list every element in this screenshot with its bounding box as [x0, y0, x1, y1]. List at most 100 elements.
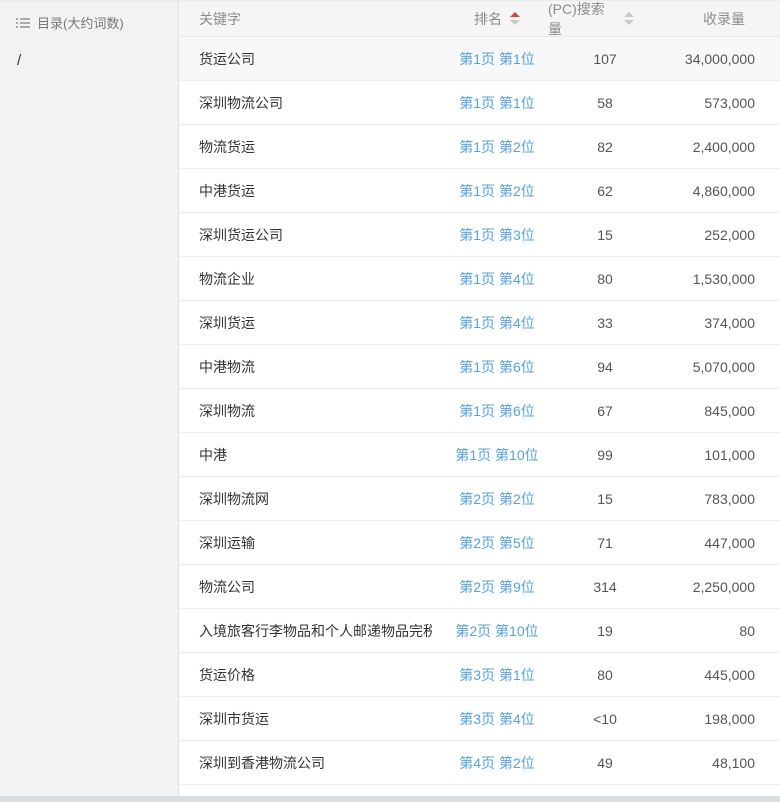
table-row: 深圳物流公司 第1页 第1位 58 573,000 — [179, 81, 780, 125]
rank-link[interactable]: 第1页 第4位 — [459, 315, 534, 331]
keyword-cell: 入境旅客行李物品和个人邮递物品完税价格表 — [179, 621, 432, 641]
table-row: 深圳货运公司 第1页 第3位 15 252,000 — [179, 213, 780, 257]
keyword-cell: 深圳物流 — [179, 401, 432, 421]
keyword-cell: 货运公司 — [179, 49, 432, 69]
pc-volume-cell: 58 — [562, 95, 648, 111]
rank-link[interactable]: 第1页 第1位 — [459, 95, 534, 111]
directory-sidebar: 目录(大约词数) / — [0, 1, 179, 802]
table-row: 中港货运 第1页 第2位 62 4,860,000 — [179, 169, 780, 213]
index-volume-cell: 48,100 — [648, 755, 780, 771]
pc-volume-cell: 67 — [562, 403, 648, 419]
pc-volume-cell: 62 — [562, 183, 648, 199]
pc-volume-cell: 15 — [562, 227, 648, 243]
keyword-cell: 深圳货运公司 — [179, 225, 432, 245]
keyword-cell: 货运价格 — [179, 665, 432, 685]
column-header-index-volume: 收录量 — [634, 9, 780, 29]
keyword-cell: 中港货运 — [179, 181, 432, 201]
table-row: 中港物流 第1页 第6位 94 5,070,000 — [179, 345, 780, 389]
keyword-rank-panel: 目录(大约词数) / 关键字 排名 (PC)搜索量 收录量 货运公司 第1页 第… — [0, 0, 780, 802]
rank-link[interactable]: 第1页 第6位 — [459, 403, 534, 419]
rank-link[interactable]: 第4页 第2位 — [459, 755, 534, 771]
index-volume-cell: 845,000 — [648, 403, 780, 419]
rank-link[interactable]: 第3页 第1位 — [459, 667, 534, 683]
rank-link[interactable]: 第1页 第2位 — [459, 183, 534, 199]
index-volume-cell: 5,070,000 — [648, 359, 780, 375]
table-row: 中港 第1页 第10位 99 101,000 — [179, 433, 780, 477]
pc-volume-cell: 94 — [562, 359, 648, 375]
rank-link[interactable]: 第1页 第6位 — [459, 359, 534, 375]
table-row: 货运公司 第1页 第1位 107 34,000,000 — [179, 37, 780, 81]
rank-link[interactable]: 第2页 第2位 — [459, 491, 534, 507]
keyword-cell: 物流公司 — [179, 577, 432, 597]
index-volume-cell: 34,000,000 — [648, 51, 780, 67]
index-volume-cell: 447,000 — [648, 535, 780, 551]
rank-link[interactable]: 第2页 第10位 — [455, 623, 538, 639]
index-volume-cell: 198,000 — [648, 711, 780, 727]
table-header: 关键字 排名 (PC)搜索量 收录量 — [179, 1, 780, 37]
keyword-cell: 深圳物流公司 — [179, 93, 432, 113]
keyword-table: 关键字 排名 (PC)搜索量 收录量 货运公司 第1页 第1位 107 34,0… — [179, 1, 780, 802]
rank-link[interactable]: 第2页 第5位 — [459, 535, 534, 551]
pc-volume-cell: 49 — [562, 755, 648, 771]
keyword-cell: 深圳运输 — [179, 533, 432, 553]
column-header-keyword: 关键字 — [179, 9, 432, 29]
table-row: 入境旅客行李物品和个人邮递物品完税价格表 第2页 第10位 19 80 — [179, 609, 780, 653]
index-volume-cell: 783,000 — [648, 491, 780, 507]
keyword-cell: 深圳货运 — [179, 313, 432, 333]
column-header-pc-volume-label: (PC)搜索量 — [548, 1, 617, 39]
table-row: 物流公司 第2页 第9位 314 2,250,000 — [179, 565, 780, 609]
sort-arrows-rank-icon[interactable] — [510, 12, 520, 25]
pc-volume-cell: 107 — [562, 51, 648, 67]
table-row: 物流企业 第1页 第4位 80 1,530,000 — [179, 257, 780, 301]
keyword-cell: 深圳物流网 — [179, 489, 432, 509]
keyword-cell: 中港物流 — [179, 357, 432, 377]
keyword-cell: 中港 — [179, 445, 432, 465]
table-row: 深圳运输 第2页 第5位 71 447,000 — [179, 521, 780, 565]
pc-volume-cell: 80 — [562, 271, 648, 287]
keyword-cell: 物流企业 — [179, 269, 432, 289]
rank-link[interactable]: 第2页 第9位 — [459, 579, 534, 595]
index-volume-cell: 2,250,000 — [648, 579, 780, 595]
table-row: 深圳物流 第1页 第6位 67 845,000 — [179, 389, 780, 433]
pc-volume-cell: 80 — [562, 667, 648, 683]
table-row: 深圳到香港物流公司 第4页 第2位 49 48,100 — [179, 741, 780, 785]
pc-volume-cell: 19 — [562, 623, 648, 639]
rank-link[interactable]: 第1页 第10位 — [455, 447, 538, 463]
rank-link[interactable]: 第1页 第1位 — [459, 51, 534, 67]
horizontal-scrollbar[interactable] — [0, 796, 780, 802]
index-volume-cell: 445,000 — [648, 667, 780, 683]
sidebar-item-root[interactable]: / — [0, 52, 178, 69]
rank-link[interactable]: 第1页 第2位 — [459, 139, 534, 155]
table-row: 深圳物流网 第2页 第2位 15 783,000 — [179, 477, 780, 521]
index-volume-cell: 4,860,000 — [648, 183, 780, 199]
index-volume-cell: 374,000 — [648, 315, 780, 331]
pc-volume-cell: 314 — [562, 579, 648, 595]
pc-volume-cell: 99 — [562, 447, 648, 463]
index-volume-cell: 80 — [648, 623, 780, 639]
column-header-rank-label: 排名 — [474, 9, 502, 29]
index-volume-cell: 252,000 — [648, 227, 780, 243]
sort-arrows-pc-volume-icon[interactable] — [624, 12, 634, 25]
keyword-cell: 物流货运 — [179, 137, 432, 157]
column-header-rank[interactable]: 排名 — [432, 9, 562, 29]
pc-volume-cell: 15 — [562, 491, 648, 507]
table-row: 深圳货运 第1页 第4位 33 374,000 — [179, 301, 780, 345]
sidebar-title: 目录(大约词数) — [37, 13, 124, 32]
table-row: 货运价格 第3页 第1位 80 445,000 — [179, 653, 780, 697]
table-body: 货运公司 第1页 第1位 107 34,000,000 深圳物流公司 第1页 第… — [179, 37, 780, 802]
rank-link[interactable]: 第1页 第3位 — [459, 227, 534, 243]
list-icon — [16, 17, 30, 29]
pc-volume-cell: 82 — [562, 139, 648, 155]
keyword-cell: 深圳到香港物流公司 — [179, 753, 432, 773]
table-row: 物流货运 第1页 第2位 82 2,400,000 — [179, 125, 780, 169]
rank-link[interactable]: 第3页 第4位 — [459, 711, 534, 727]
index-volume-cell: 101,000 — [648, 447, 780, 463]
pc-volume-cell: <10 — [562, 711, 648, 727]
column-header-pc-volume[interactable]: (PC)搜索量 — [548, 1, 634, 39]
keyword-cell: 深圳市货运 — [179, 709, 432, 729]
pc-volume-cell: 33 — [562, 315, 648, 331]
rank-link[interactable]: 第1页 第4位 — [459, 271, 534, 287]
pc-volume-cell: 71 — [562, 535, 648, 551]
index-volume-cell: 2,400,000 — [648, 139, 780, 155]
index-volume-cell: 1,530,000 — [648, 271, 780, 287]
